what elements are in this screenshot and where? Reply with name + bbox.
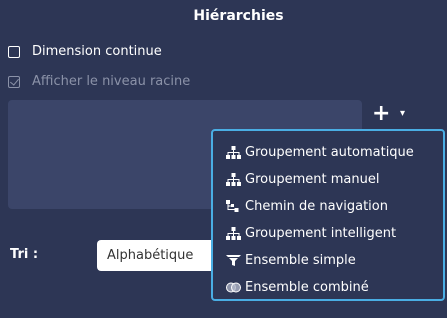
menu-item-label: Groupement intelligent [245,226,397,241]
menu-item-label: Chemin de navigation [245,199,388,214]
panel-title: Hiérarchies [193,8,284,24]
show-root-level-label: Afficher le niveau racine [32,74,191,89]
hierarchy-icon [226,172,243,187]
menu-item-label: Groupement automatique [245,145,414,160]
hierarchy-icon [226,226,243,241]
sort-label: Tri : [10,247,39,262]
checkbox-icon[interactable] [8,45,20,58]
continuous-dimension-checkbox[interactable]: Dimension continue [8,44,162,59]
menu-item-groupement-intelligent[interactable]: Groupement intelligent [213,220,443,247]
menu-item-groupement-automatique[interactable]: Groupement automatique [213,139,443,166]
combined-set-icon [226,281,243,295]
funnel-icon [226,254,243,268]
checked-checkbox-icon [8,75,20,88]
add-hierarchy-menu: Groupement automatique Groupement manuel… [211,129,445,301]
add-hierarchy-button[interactable]: + [372,103,390,125]
navigation-path-icon [226,199,243,214]
continuous-dimension-label: Dimension continue [32,44,162,59]
menu-item-label: Ensemble combiné [245,280,369,295]
menu-item-label: Ensemble simple [245,253,356,268]
hierarchy-icon [226,145,243,160]
show-root-level-checkbox: Afficher le niveau racine [8,74,190,89]
menu-item-chemin-de-navigation[interactable]: Chemin de navigation [213,193,443,220]
menu-item-ensemble-combine[interactable]: Ensemble combiné [213,274,443,301]
menu-item-ensemble-simple[interactable]: Ensemble simple [213,247,443,274]
sort-select[interactable]: Alphabétique [97,240,217,271]
menu-item-groupement-manuel[interactable]: Groupement manuel [213,166,443,193]
add-menu-caret-icon[interactable]: ▾ [400,108,405,119]
menu-item-label: Groupement manuel [245,172,380,187]
